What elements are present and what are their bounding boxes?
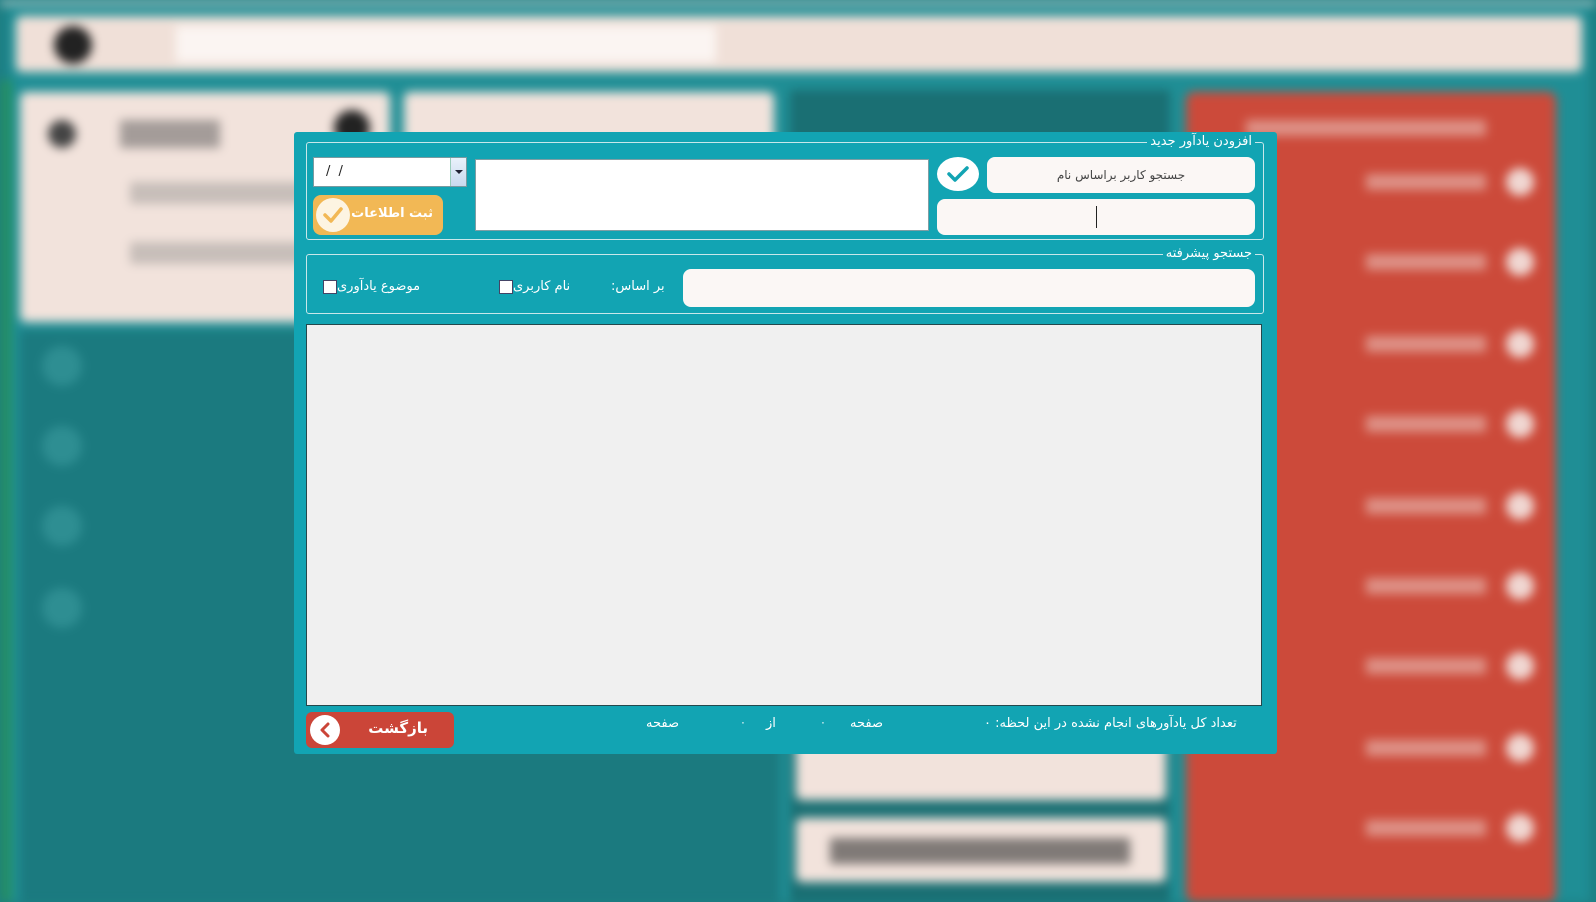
advanced-search-group: جستجو پیشرفته بر اساس: نام کاربری موضوع …	[306, 245, 1264, 314]
reminder-dialog: افزودن یادآور جدید / / ثبت اطلاعات جستجو…	[294, 132, 1277, 754]
pagination-total-pages: ۰	[740, 716, 746, 729]
total-pending-reminders: تعداد کل یادآورهای انجام نشده در این لحظ…	[984, 716, 1237, 731]
submit-label: ثبت اطلاعات	[351, 206, 433, 221]
subject-checkbox[interactable]: موضوع یادآوری	[317, 279, 420, 294]
background-search-bar	[176, 26, 716, 62]
back-label: بازگشت	[368, 719, 428, 737]
pagination-current-page: ۰	[820, 716, 826, 729]
advanced-search-input[interactable]	[683, 269, 1255, 307]
reminders-grid[interactable]	[306, 324, 1262, 706]
username-checkbox[interactable]: نام کاربری	[493, 279, 570, 294]
date-picker[interactable]: / /	[313, 157, 467, 187]
background-header	[16, 16, 1582, 72]
pagination-of-word: از	[766, 716, 776, 731]
add-reminder-title: افزودن یادآور جدید	[1147, 133, 1255, 151]
back-button[interactable]: بازگشت	[306, 712, 454, 748]
username-checkbox-label: نام کاربری	[513, 279, 571, 294]
chevron-down-icon	[455, 170, 463, 174]
background-avatar	[54, 26, 92, 64]
chevron-left-icon	[310, 715, 340, 745]
checkbox-box[interactable]	[499, 279, 513, 294]
checkbox-box[interactable]	[323, 279, 337, 294]
search-basis-label: بر اساس:	[611, 279, 665, 294]
user-search-button[interactable]: جستجو کاربر براساس نام	[987, 157, 1255, 193]
text-caret	[1096, 206, 1097, 228]
user-name-input[interactable]	[937, 199, 1255, 235]
subject-checkbox-label: موضوع یادآوری	[337, 279, 421, 294]
add-reminder-group: افزودن یادآور جدید / / ثبت اطلاعات جستجو…	[306, 133, 1264, 240]
pagination-page-word-end: صفحه	[646, 716, 679, 731]
check-icon	[316, 198, 350, 232]
date-value: / /	[326, 164, 345, 179]
confirm-user-button[interactable]	[937, 157, 979, 191]
submit-button[interactable]: ثبت اطلاعات	[313, 195, 443, 235]
pagination-page-word: صفحه	[850, 716, 883, 731]
reminder-text-input[interactable]	[475, 159, 929, 231]
date-dropdown-button[interactable]	[450, 158, 466, 186]
advanced-search-title: جستجو پیشرفته	[1162, 245, 1255, 263]
